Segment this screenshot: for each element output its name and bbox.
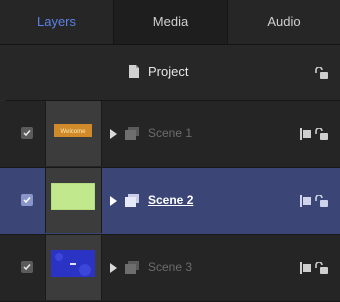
align-icon[interactable] bbox=[300, 128, 312, 140]
project-label: Project bbox=[148, 64, 189, 79]
scene-row[interactable]: Scene 2 bbox=[0, 168, 340, 235]
checkmark-icon bbox=[23, 197, 31, 204]
scene-thumbnail[interactable]: Welcome bbox=[45, 101, 102, 166]
tab-layers[interactable]: Layers bbox=[0, 0, 113, 44]
unlock-icon[interactable] bbox=[314, 195, 329, 207]
disclosure-triangle[interactable] bbox=[110, 196, 117, 206]
tab-media[interactable]: Media bbox=[114, 0, 227, 44]
scene-label[interactable]: Scene 1 bbox=[148, 126, 192, 140]
group-icon bbox=[125, 194, 139, 207]
thumbnail-image bbox=[51, 183, 95, 210]
tab-bar: Layers Media Audio bbox=[0, 0, 340, 45]
checkmark-icon bbox=[23, 264, 31, 271]
align-icon[interactable] bbox=[300, 195, 312, 207]
align-icon[interactable] bbox=[300, 262, 312, 274]
visibility-checkbox[interactable] bbox=[21, 194, 33, 206]
document-icon bbox=[129, 65, 139, 78]
scene-label[interactable]: Scene 2 bbox=[148, 193, 193, 207]
scene-row[interactable]: Welcome Scene 1 bbox=[0, 101, 340, 168]
thumbnail-image: Welcome bbox=[51, 116, 95, 143]
unlock-icon[interactable] bbox=[314, 67, 329, 79]
group-icon bbox=[125, 261, 139, 274]
disclosure-triangle[interactable] bbox=[110, 129, 117, 139]
checkmark-icon bbox=[23, 130, 31, 137]
group-icon bbox=[125, 127, 139, 140]
scene-thumbnail[interactable] bbox=[45, 168, 102, 233]
svg-text:Welcome: Welcome bbox=[61, 129, 87, 135]
disclosure-triangle[interactable] bbox=[110, 263, 117, 273]
visibility-checkbox[interactable] bbox=[21, 127, 33, 139]
unlock-icon[interactable] bbox=[314, 262, 329, 274]
scene-thumbnail[interactable] bbox=[45, 235, 102, 300]
unlock-icon[interactable] bbox=[314, 128, 329, 140]
scene-row[interactable]: Scene 3 bbox=[0, 235, 340, 302]
tab-audio[interactable]: Audio bbox=[228, 0, 340, 44]
visibility-checkbox[interactable] bbox=[21, 261, 33, 273]
thumbnail-image bbox=[51, 250, 95, 277]
project-row[interactable]: Project bbox=[0, 45, 340, 101]
scene-label[interactable]: Scene 3 bbox=[148, 260, 192, 274]
